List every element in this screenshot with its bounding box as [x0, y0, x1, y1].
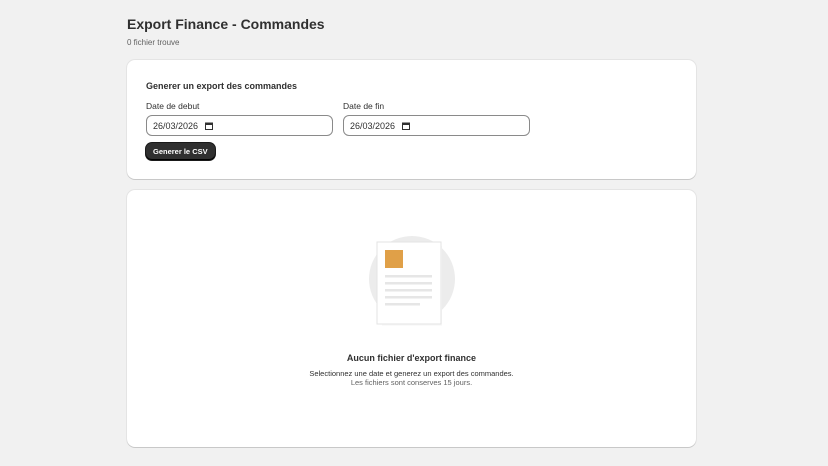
start-date-label: Date de debut	[146, 101, 200, 111]
empty-state-note: Les fichiers sont conserves 15 jours.	[350, 378, 473, 387]
page-header: Export Finance - Commandes 0 fichier tro…	[127, 16, 325, 48]
form-heading: Generer un export des commandes	[146, 81, 298, 91]
export-form-card: Generer un export des commandes Date de …	[127, 60, 696, 179]
calendar-icon[interactable]	[402, 122, 411, 130]
file-count: 0 fichier trouve	[127, 38, 180, 47]
start-date-field: Date de debut 26/03/2026	[146, 101, 333, 136]
end-date-field: Date de fin 26/03/2026	[343, 101, 530, 136]
empty-state-title: Aucun fichier d'export finance	[346, 353, 477, 363]
empty-state-card: Aucun fichier d'export finance Selection…	[127, 190, 696, 447]
end-date-value: 26/03/2026	[350, 120, 396, 131]
document-illustration	[369, 236, 455, 326]
start-date-input[interactable]: 26/03/2026	[146, 115, 333, 136]
end-date-label: Date de fin	[343, 101, 385, 111]
empty-state-description: Selectionnez une date et generez un expo…	[309, 369, 514, 378]
start-date-value: 26/03/2026	[153, 120, 199, 131]
calendar-icon[interactable]	[205, 122, 214, 130]
page-title: Export Finance - Commandes	[127, 16, 325, 32]
end-date-input[interactable]: 26/03/2026	[343, 115, 530, 136]
generate-csv-button[interactable]: Generer le CSV	[146, 143, 215, 160]
